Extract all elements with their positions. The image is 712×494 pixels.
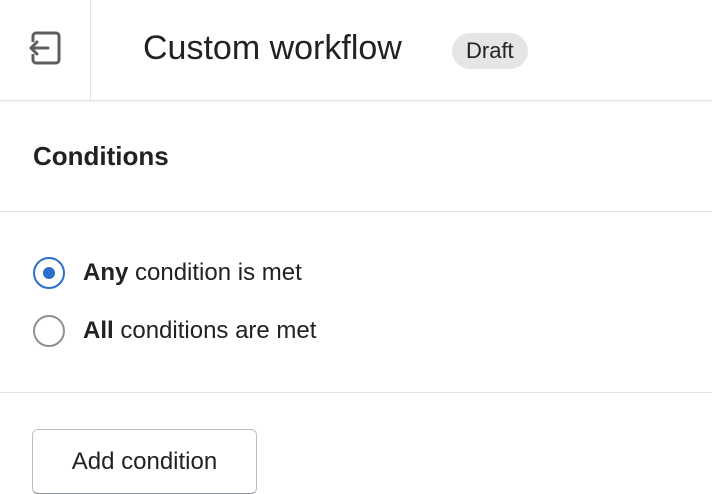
top-bar: Custom workflow Draft: [0, 0, 712, 101]
conditions-heading: Conditions: [33, 141, 169, 171]
radio-label-any: Any condition is met: [83, 255, 302, 291]
exit-button[interactable]: [0, 0, 91, 100]
radio-option-all[interactable]: All conditions are met: [33, 313, 316, 349]
radio-label-any-bold: Any: [83, 259, 129, 286]
radio-button-all[interactable]: [33, 315, 65, 347]
radio-label-all-bold: All: [83, 317, 114, 344]
status-badge: Draft: [452, 33, 528, 69]
divider: [0, 392, 712, 393]
exit-arrow-icon: [27, 30, 63, 71]
radio-label-any-text: condition is met: [128, 259, 302, 286]
radio-label-all-text: conditions are met: [113, 317, 317, 344]
radio-label-all: All conditions are met: [83, 313, 316, 349]
divider: [0, 211, 712, 212]
add-condition-button[interactable]: Add condition: [32, 429, 257, 494]
radio-option-any[interactable]: Any condition is met: [33, 255, 302, 291]
page-title: Custom workflow: [143, 29, 402, 67]
radio-button-any[interactable]: [33, 257, 65, 289]
